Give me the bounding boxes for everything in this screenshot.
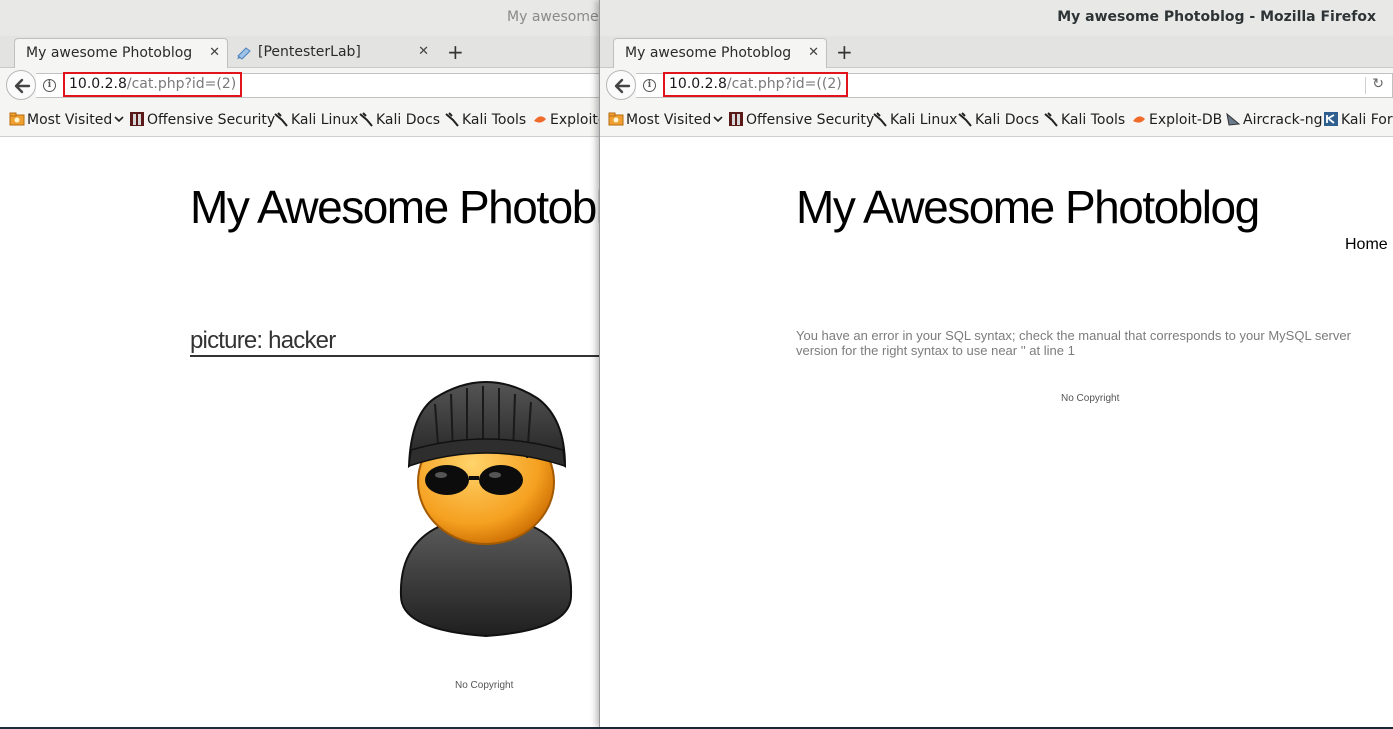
tab-photoblog[interactable]: My awesome Photoblog ✕ [14, 38, 228, 68]
close-tab-icon[interactable]: ✕ [209, 39, 220, 67]
chevron-down-icon [713, 116, 723, 123]
back-button[interactable] [606, 70, 636, 100]
bookmark-offensive-security[interactable]: Offensive Security [129, 111, 275, 129]
titlebar: My awesome Photoblog - Mozilla Firefox [600, 0, 1393, 36]
url-bar[interactable]: i 10.0.2.8/cat.php?id=(2) [36, 72, 600, 98]
kali-dragon-icon [445, 112, 459, 127]
bookmark-kali-forums[interactable]: Kali Foru [1323, 111, 1393, 129]
exploit-db-icon [1133, 116, 1145, 123]
kali-dragon-icon [958, 112, 972, 127]
tab-photoblog[interactable]: My awesome Photoblog ✕ [613, 38, 827, 68]
bookmark-kali-docs[interactable]: Kali Docs [957, 111, 1039, 129]
bookmark-label: Kali Tools [462, 112, 527, 128]
url-path: /cat.php?id=(2) [126, 76, 237, 92]
close-tab-icon[interactable]: ✕ [808, 39, 819, 67]
bookmark-most-visited[interactable]: Most Visited [608, 111, 723, 129]
bookmark-kali-docs[interactable]: Kali Docs [358, 111, 440, 129]
browser-window-right: My awesome Photoblog - Mozilla Firefox M… [599, 0, 1393, 727]
bookmark-kali-tools[interactable]: Kali Tools [444, 111, 526, 129]
offsec-icon [130, 112, 144, 126]
footer-copyright: No Copyright [1061, 393, 1120, 404]
back-button[interactable] [6, 70, 36, 100]
picture-heading: picture: hacker [190, 327, 600, 357]
bookmark-label: Kali Docs [975, 112, 1040, 128]
bookmark-most-visited[interactable]: Most Visited [9, 111, 124, 129]
nav-bar: i 10.0.2.8/cat.php?id=((2) ↻ [600, 68, 1393, 104]
window-title: My awesome Photoblog - Mozilla Firefox [1057, 9, 1376, 25]
page-content: My Awesome Photoblog Home | You have an … [600, 138, 1393, 727]
kali-dragon-icon [1044, 112, 1058, 127]
titlebar: My awesome [0, 0, 600, 36]
info-icon[interactable]: i [643, 79, 656, 92]
bookmark-label: Kali Docs [376, 112, 441, 128]
bookmarks-toolbar: Most Visited Offensive Security Kali Lin… [0, 104, 600, 137]
bookmark-label: Kali Linux [890, 112, 958, 128]
reload-icon[interactable]: ↻ [1372, 76, 1384, 92]
tab-strip: My awesome Photoblog ✕ [PentesterLab] ✕ … [0, 36, 600, 68]
nav-bar: i 10.0.2.8/cat.php?id=(2) [0, 68, 600, 104]
new-tab-button[interactable]: + [836, 40, 853, 64]
tab-pentesterlab[interactable]: [PentesterLab] ✕ [230, 38, 436, 68]
kali-dragon-icon [274, 112, 288, 127]
browser-window-left: My awesome My awesome Photoblog ✕ [Pente… [0, 0, 600, 727]
bookmark-kali-linux[interactable]: Kali Linux [872, 111, 957, 129]
new-tab-button[interactable]: + [447, 40, 464, 64]
bookmark-label: Kali Foru [1341, 112, 1393, 128]
bookmark-label: Offensive Security [147, 112, 276, 128]
close-tab-icon[interactable]: ✕ [418, 38, 429, 66]
bookmark-label: Most Visited [626, 112, 712, 128]
back-arrow-icon [614, 78, 631, 94]
window-title: My awesome [507, 9, 599, 25]
pentesterlab-favicon-icon [237, 47, 251, 60]
sql-error-message: You have an error in your SQL syntax; ch… [796, 328, 1351, 358]
url-divider [1365, 77, 1366, 94]
url-host: 10.0.2.8 [669, 76, 727, 92]
bookmark-label: Aircrack-ng [1243, 112, 1323, 128]
bookmark-kali-linux[interactable]: Kali Linux [273, 111, 358, 129]
bookmark-exploit-db[interactable]: Exploit- [532, 111, 600, 129]
bookmark-label: Most Visited [27, 112, 113, 128]
exploit-db-icon [534, 116, 546, 123]
url-path: /cat.php?id=((2) [726, 76, 842, 92]
hacker-avatar-image [399, 381, 573, 638]
kali-dragon-icon [359, 112, 373, 127]
url-highlight-box[interactable]: 10.0.2.8/cat.php?id=((2) [663, 72, 848, 97]
bookmark-offensive-security[interactable]: Offensive Security [728, 111, 874, 129]
kali-dragon-icon [873, 112, 887, 127]
url-bar[interactable]: i 10.0.2.8/cat.php?id=((2) ↻ [636, 72, 1393, 98]
page-content: My Awesome Photobl picture: hacker No Co… [0, 138, 600, 727]
bookmark-label: Kali Linux [291, 112, 359, 128]
footer-copyright: No Copyright [455, 680, 514, 691]
kali-forums-icon [1324, 112, 1338, 126]
folder-icon [608, 112, 624, 126]
offsec-icon [729, 112, 743, 126]
site-title: My Awesome Photoblog [796, 181, 1260, 233]
bookmark-exploit-db[interactable]: Exploit-DB [1131, 111, 1222, 129]
chevron-down-icon [114, 116, 124, 123]
url-host: 10.0.2.8 [69, 76, 127, 92]
bookmarks-toolbar: Most Visited Offensive Security Kali Lin… [600, 104, 1393, 137]
aircrack-icon [1226, 112, 1241, 126]
info-icon[interactable]: i [43, 79, 56, 92]
bookmark-label: Exploit-DB [1149, 112, 1223, 128]
back-arrow-icon [14, 78, 31, 94]
bookmark-label: Exploit- [550, 112, 600, 128]
bookmark-kali-tools[interactable]: Kali Tools [1043, 111, 1125, 129]
bookmark-aircrack-ng[interactable]: Aircrack-ng [1225, 111, 1323, 129]
tab-label: My awesome Photoblog [26, 45, 193, 61]
tab-label: My awesome Photoblog [625, 45, 792, 61]
bookmark-label: Kali Tools [1061, 112, 1126, 128]
site-title: My Awesome Photobl [190, 181, 600, 233]
bookmark-label: Offensive Security [746, 112, 875, 128]
nav-home-link[interactable]: Home | [1345, 236, 1393, 254]
url-highlight-box[interactable]: 10.0.2.8/cat.php?id=(2) [63, 72, 243, 97]
folder-icon [9, 112, 25, 126]
tab-label: [PentesterLab] [258, 44, 361, 60]
tab-strip: My awesome Photoblog ✕ + [600, 36, 1393, 68]
